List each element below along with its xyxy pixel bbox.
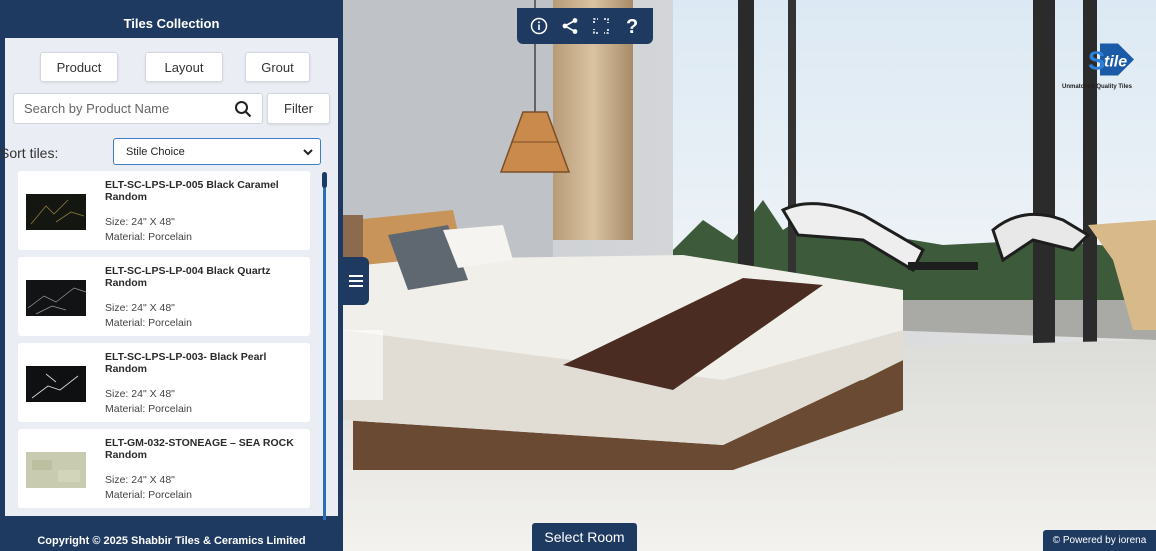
product-list: ELT-SC-LPS-LP-005 Black Caramel Random S… bbox=[13, 171, 318, 516]
sort-select[interactable]: Stile Choice bbox=[113, 138, 321, 165]
svg-text:?: ? bbox=[626, 16, 638, 36]
panel-body: Product Layout Grout Filter Sort tiles: … bbox=[0, 38, 338, 516]
room-visualizer-scene[interactable]: tile S Unmatched Quality Tiles bbox=[343, 0, 1156, 551]
svg-text:S: S bbox=[1088, 46, 1105, 76]
chevron-down-icon bbox=[303, 149, 313, 156]
product-material: Material: Porcelain bbox=[105, 317, 192, 329]
product-card[interactable]: ELT-SC-LPS-LP-003- Black Pearl Random Si… bbox=[18, 343, 310, 422]
fullscreen-icon[interactable] bbox=[588, 13, 614, 39]
product-size: Size: 24" X 48" bbox=[105, 474, 175, 486]
product-card[interactable]: ELT-GM-032-STONEAGE – SEA ROCK Random Si… bbox=[18, 429, 310, 508]
bedroom-scene-image bbox=[343, 0, 1156, 551]
logo-tagline: Unmatched Quality Tiles bbox=[1062, 84, 1132, 90]
select-room-button[interactable]: Select Room bbox=[532, 523, 637, 551]
panel-title: Tiles Collection bbox=[123, 15, 220, 31]
search-icon[interactable] bbox=[234, 100, 252, 118]
product-title: ELT-SC-LPS-LP-005 Black Caramel Random bbox=[105, 179, 279, 203]
svg-text:tile: tile bbox=[1104, 54, 1127, 71]
product-title: ELT-SC-LPS-LP-003- Black Pearl Random bbox=[105, 351, 267, 375]
tile-thumbnail bbox=[26, 194, 86, 230]
product-card[interactable]: ELT-SC-LPS-LP-005 Black Caramel Random S… bbox=[18, 171, 310, 250]
tile-thumbnail bbox=[26, 452, 86, 488]
product-material: Material: Porcelain bbox=[105, 231, 192, 243]
tiles-panel: Tiles Collection Product Layout Grout Fi… bbox=[0, 0, 343, 551]
product-material: Material: Porcelain bbox=[105, 403, 192, 415]
tile-thumbnail bbox=[26, 366, 86, 402]
hamburger-icon bbox=[349, 275, 363, 287]
product-card[interactable]: ELT-SC-LPS-LP-004 Black Quartz Random Si… bbox=[18, 257, 310, 336]
menu-toggle-button[interactable] bbox=[343, 257, 369, 305]
product-size: Size: 24" X 48" bbox=[105, 302, 175, 314]
search-box bbox=[13, 93, 263, 124]
tab-product[interactable]: Product bbox=[40, 52, 118, 82]
product-material: Material: Porcelain bbox=[105, 489, 192, 501]
scrollbar-thumb[interactable] bbox=[322, 172, 327, 188]
tab-grout[interactable]: Grout bbox=[245, 52, 310, 82]
product-size: Size: 24" X 48" bbox=[105, 216, 175, 228]
info-icon[interactable] bbox=[526, 13, 552, 39]
product-title: ELT-SC-LPS-LP-004 Black Quartz Random bbox=[105, 265, 271, 289]
sort-label: Sort tiles: bbox=[0, 145, 59, 161]
share-icon[interactable] bbox=[557, 13, 583, 39]
filter-button[interactable]: Filter bbox=[267, 93, 330, 124]
scrollbar-track[interactable] bbox=[323, 177, 326, 520]
tile-thumbnail bbox=[26, 280, 86, 316]
help-icon[interactable]: ? bbox=[619, 13, 645, 39]
copyright-footer: Copyright © 2025 Shabbir Tiles & Ceramic… bbox=[37, 534, 306, 547]
product-title: ELT-GM-032-STONEAGE – SEA ROCK Random bbox=[105, 437, 294, 461]
tab-layout[interactable]: Layout bbox=[145, 52, 223, 82]
app-root: tile S Unmatched Quality Tiles ? Select … bbox=[0, 0, 1156, 551]
powered-by-link[interactable]: © Powered by iorena bbox=[1043, 530, 1156, 551]
sort-selected-value: Stile Choice bbox=[126, 145, 185, 158]
scene-toolbar: ? bbox=[517, 8, 653, 44]
search-input[interactable] bbox=[14, 94, 229, 123]
product-size: Size: 24" X 48" bbox=[105, 388, 175, 400]
